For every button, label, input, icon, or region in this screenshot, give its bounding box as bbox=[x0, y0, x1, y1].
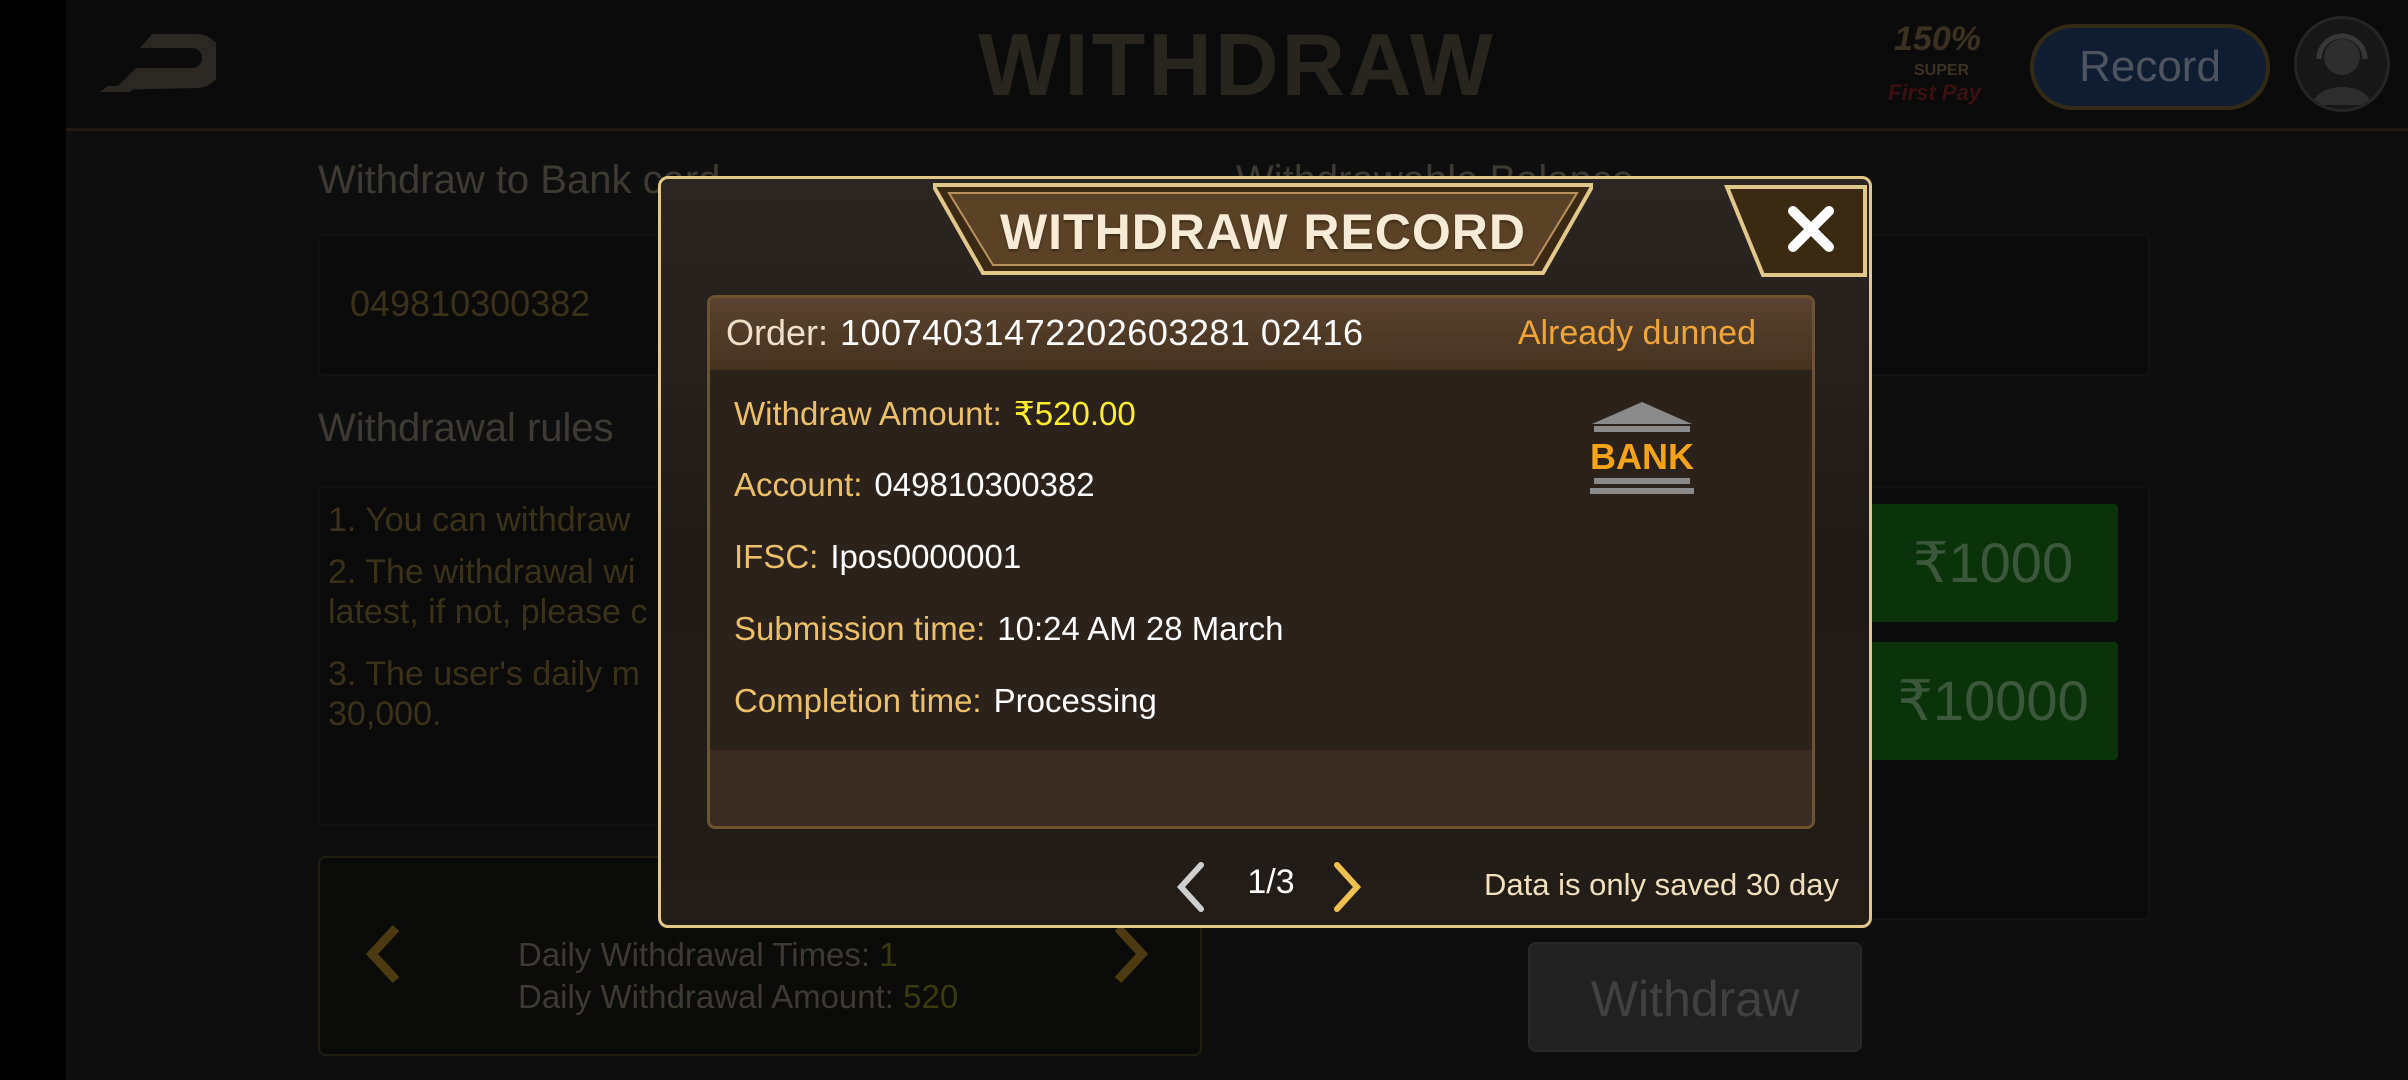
dialog-title-banner: WITHDRAW RECORD bbox=[933, 183, 1593, 281]
bank-icon: BANK bbox=[1590, 400, 1694, 496]
close-button[interactable] bbox=[1723, 183, 1869, 279]
order-label: Order: bbox=[726, 312, 829, 353]
card-footer bbox=[710, 750, 1812, 826]
ifsc-row: IFSC: Ipos0000001 bbox=[734, 538, 1021, 576]
completion-label: Completion time: bbox=[734, 682, 982, 719]
submission-label: Submission time: bbox=[734, 610, 986, 647]
amount-label: Withdraw Amount: bbox=[734, 395, 1002, 432]
chevron-left-icon[interactable] bbox=[1171, 861, 1211, 913]
close-icon bbox=[1788, 206, 1834, 252]
retention-note: Data is only saved 30 day bbox=[1484, 867, 1839, 902]
bank-text: BANK bbox=[1590, 436, 1694, 477]
order-number: 10074031472202603281 02416 bbox=[840, 312, 1364, 353]
completion-value: Processing bbox=[993, 682, 1157, 719]
order-bar: Order: 10074031472202603281 02416 Alread… bbox=[710, 298, 1812, 370]
ifsc-value: Ipos0000001 bbox=[830, 538, 1022, 575]
record-card: Order: 10074031472202603281 02416 Alread… bbox=[707, 295, 1815, 829]
amount-value: ₹520.00 bbox=[1013, 395, 1136, 432]
withdraw-record-dialog: WITHDRAW RECORD Order: 10074031472202603… bbox=[658, 176, 1872, 928]
submission-row: Submission time: 10:24 AM 28 March bbox=[734, 610, 1283, 648]
account-value: 049810300382 bbox=[874, 466, 1095, 503]
account-row: Account: 049810300382 bbox=[734, 466, 1095, 504]
chevron-right-icon[interactable] bbox=[1327, 861, 1367, 913]
dialog-title: WITHDRAW RECORD bbox=[999, 204, 1527, 260]
amount-row: Withdraw Amount: ₹520.00 bbox=[734, 394, 1136, 433]
ifsc-label: IFSC: bbox=[734, 538, 819, 575]
completion-row: Completion time: Processing bbox=[734, 682, 1157, 720]
submission-value: 10:24 AM 28 March bbox=[997, 610, 1284, 647]
status-badge: Already dunned bbox=[1517, 314, 1756, 352]
page-indicator: 1/3 bbox=[1247, 863, 1295, 901]
account-label: Account: bbox=[734, 466, 863, 503]
